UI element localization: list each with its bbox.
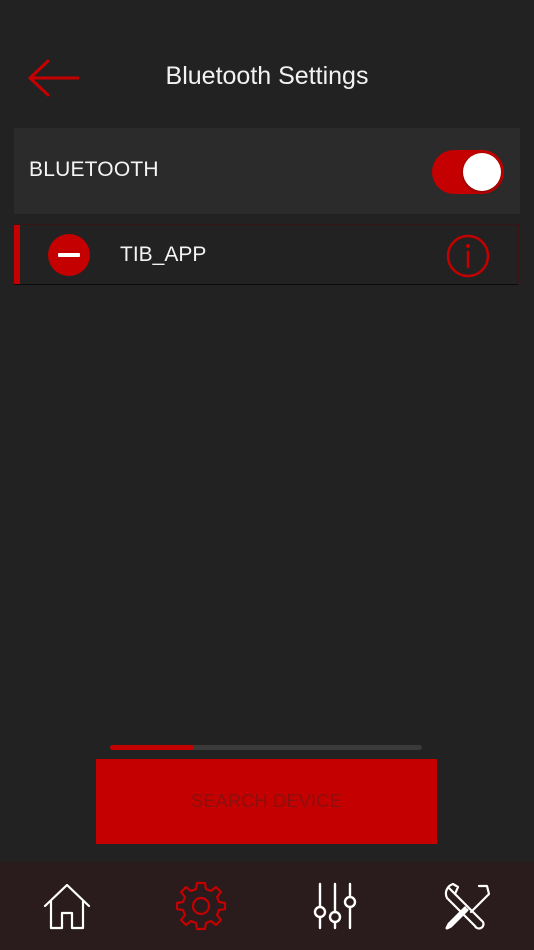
search-progress-bar	[110, 745, 422, 750]
tools-icon	[444, 882, 491, 930]
device-name: TIB_APP	[120, 243, 207, 266]
tab-tools[interactable]	[437, 876, 497, 936]
bluetooth-label: BLUETOOTH	[29, 158, 159, 181]
device-list-item[interactable]: TIB_APP	[14, 224, 519, 285]
minus-circle-icon	[58, 253, 80, 257]
header: Bluetooth Settings	[0, 40, 534, 118]
sliders-icon	[313, 882, 357, 930]
remove-device-button[interactable]	[48, 234, 90, 276]
bluetooth-row: BLUETOOTH	[14, 128, 520, 214]
home-icon	[43, 883, 91, 930]
tab-equalizer[interactable]	[305, 876, 365, 936]
search-device-button[interactable]: SEARCH DEVICE	[96, 759, 437, 844]
toggle-knob	[463, 153, 501, 191]
bottom-tab-bar	[0, 862, 534, 950]
device-accent-bar	[14, 225, 20, 284]
page-title: Bluetooth Settings	[165, 62, 369, 90]
tab-home[interactable]	[37, 876, 97, 936]
tab-settings[interactable]	[171, 876, 231, 936]
device-info-button[interactable]	[445, 233, 491, 279]
info-circle-icon	[446, 234, 490, 278]
gear-icon	[175, 881, 227, 931]
search-progress-fill	[110, 745, 195, 750]
bluetooth-toggle[interactable]	[432, 150, 504, 194]
